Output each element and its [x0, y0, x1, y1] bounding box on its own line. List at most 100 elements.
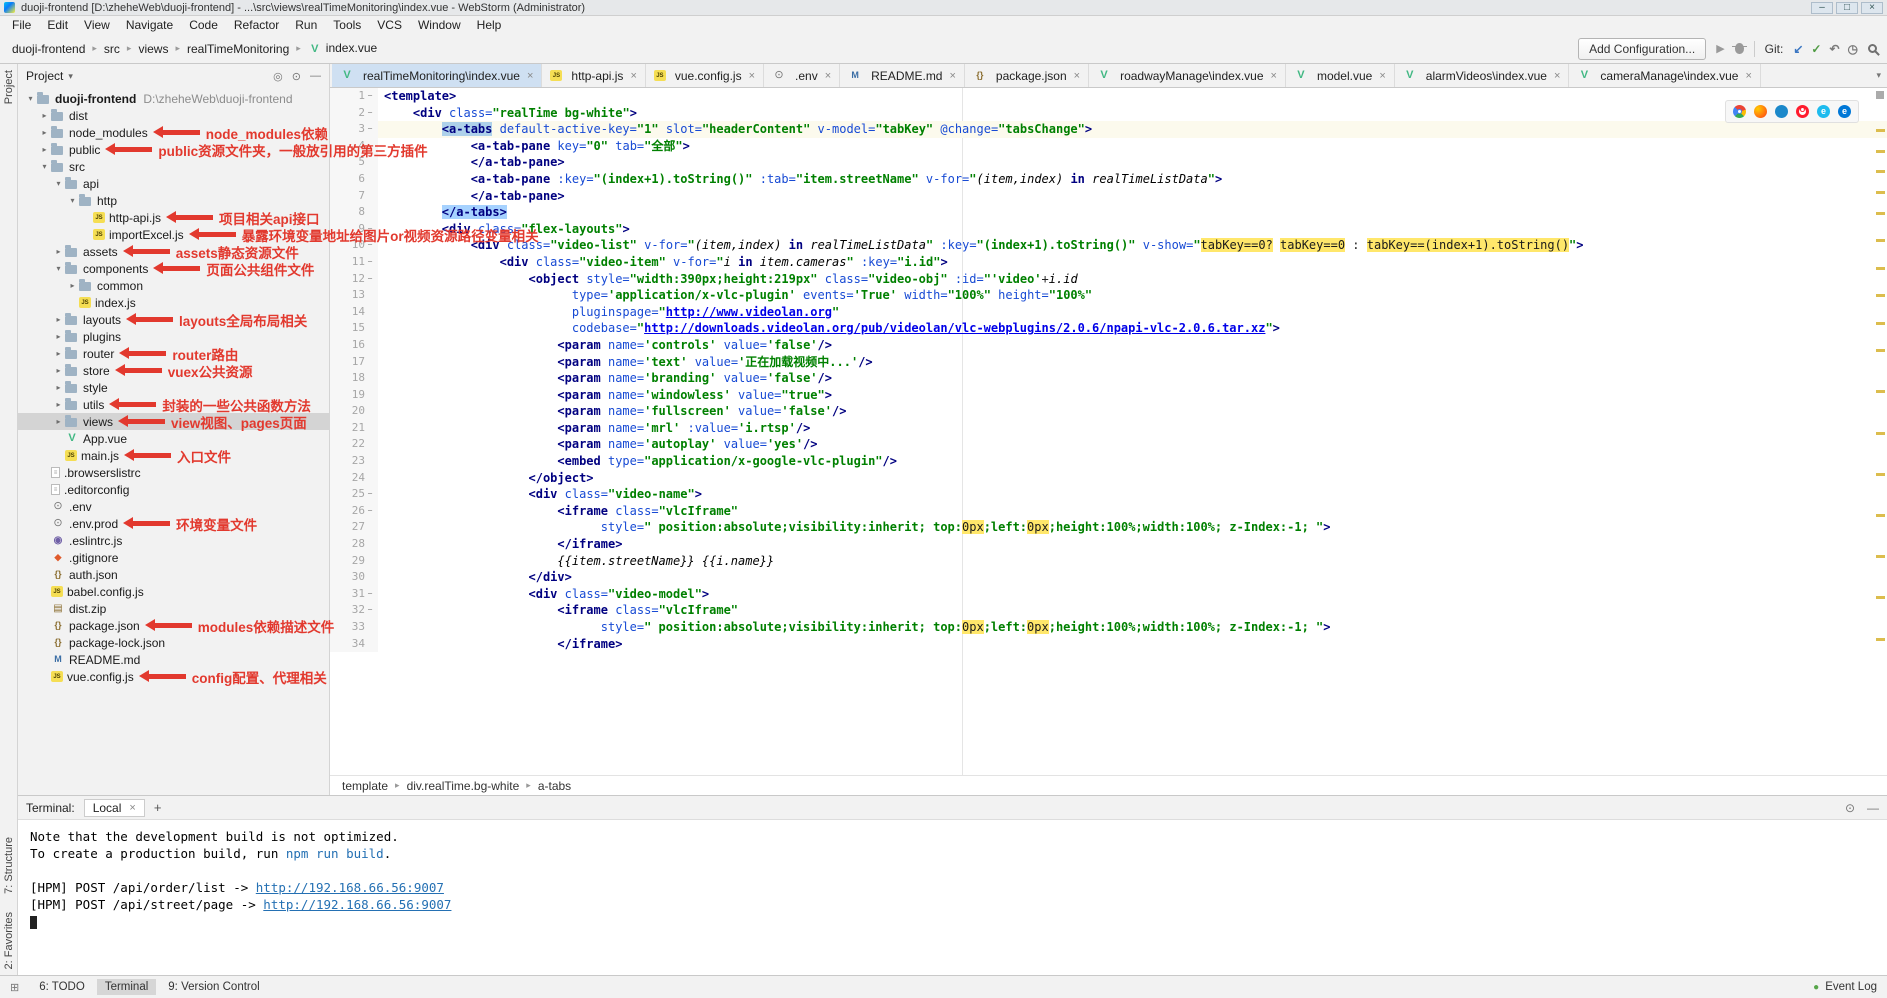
fold-icon[interactable]: −: [365, 503, 375, 520]
editor-tab[interactable]: MREADME.md×: [840, 64, 965, 87]
chevron-right-icon[interactable]: ▸: [52, 400, 65, 409]
code-line[interactable]: 23 <embed type="application/x-google-vlc…: [330, 453, 1887, 470]
tree-item[interactable]: ▸assetsassets静态资源文件: [18, 243, 329, 260]
tree-item[interactable]: ▸style: [18, 379, 329, 396]
code-line[interactable]: 18 <param name='branding' value='false'/…: [330, 370, 1887, 387]
maximize-button[interactable]: □: [1836, 2, 1858, 14]
tree-item[interactable]: {}package.jsonmodules依赖描述文件: [18, 617, 329, 634]
tree-item[interactable]: ▸routerrouter路由: [18, 345, 329, 362]
warning-mark[interactable]: [1876, 239, 1885, 242]
code-line[interactable]: 17 <param name='text' value='正在加载视频中...'…: [330, 354, 1887, 371]
code-line[interactable]: 22 <param name='autoplay' value='yes'/>: [330, 436, 1887, 453]
chevron-down-icon[interactable]: ▾: [52, 179, 65, 188]
fold-icon[interactable]: −: [365, 88, 375, 105]
editor-tab[interactable]: JSvue.config.js×: [646, 64, 764, 87]
breadcrumb-item[interactable]: Vindex.vue: [306, 40, 379, 57]
chevron-right-icon[interactable]: ▸: [52, 383, 65, 392]
chevron-down-icon[interactable]: ▾: [52, 264, 65, 273]
terminal-tab-local[interactable]: Local ×: [84, 799, 145, 817]
chevron-right-icon[interactable]: ▸: [66, 281, 79, 290]
tree-item[interactable]: ≡.browserslistrc: [18, 464, 329, 481]
fold-icon[interactable]: −: [365, 271, 375, 288]
chevron-right-icon[interactable]: ▸: [52, 315, 65, 324]
editor-tab[interactable]: ⊙.env×: [764, 64, 840, 87]
code-line[interactable]: 30 </div>: [330, 569, 1887, 586]
code-area[interactable]: Oee 1−<template>2− <div class="realTime …: [330, 88, 1887, 775]
hide-panel-icon[interactable]: —: [310, 70, 321, 83]
search-icon[interactable]: [1868, 44, 1877, 53]
terminal-link[interactable]: http://192.168.66.56:9007: [263, 897, 451, 912]
tree-item[interactable]: ◆.gitignore: [18, 549, 329, 566]
code-line[interactable]: 28 </iframe>: [330, 536, 1887, 553]
hidden-tabs-icon[interactable]: ▾: [1876, 70, 1881, 81]
close-icon[interactable]: ×: [1554, 70, 1560, 82]
tool-window-switcher-icon[interactable]: ⊞: [10, 981, 19, 994]
tree-item[interactable]: ≡.editorconfig: [18, 481, 329, 498]
tree-item[interactable]: ▸plugins: [18, 328, 329, 345]
chevron-right-icon[interactable]: ▸: [38, 145, 51, 154]
tree-item[interactable]: MREADME.md: [18, 651, 329, 668]
code-line[interactable]: 2− <div class="realTime bg-white">: [330, 105, 1887, 122]
editor-tab[interactable]: VroadwayManage\index.vue×: [1089, 64, 1286, 87]
menu-tools[interactable]: Tools: [325, 17, 369, 33]
menu-vcs[interactable]: VCS: [369, 17, 410, 33]
warning-mark[interactable]: [1876, 514, 1885, 517]
menu-navigate[interactable]: Navigate: [118, 17, 181, 33]
chevron-down-icon[interactable]: ▾: [38, 162, 51, 171]
safari-browser-icon[interactable]: [1775, 105, 1788, 118]
tree-item[interactable]: JSvue.config.jsconfig配置、代理相关: [18, 668, 329, 685]
code-line[interactable]: 3− <a-tab​s default-active-key="1" slot=…: [330, 121, 1887, 138]
minimize-button[interactable]: –: [1811, 2, 1833, 14]
warning-mark[interactable]: [1876, 473, 1885, 476]
tree-item[interactable]: {}auth.json: [18, 566, 329, 583]
editor-breadcrumb-item[interactable]: div.realTime.bg-white: [407, 779, 520, 793]
run-icon[interactable]: ▶: [1716, 42, 1724, 55]
code-line[interactable]: 27 style=" position:absolute;visibility:…: [330, 519, 1887, 536]
close-icon[interactable]: ×: [949, 70, 955, 82]
close-icon[interactable]: ×: [129, 802, 135, 814]
menu-refactor[interactable]: Refactor: [226, 17, 287, 33]
warning-mark[interactable]: [1876, 390, 1885, 393]
commit-icon[interactable]: ✓: [1811, 42, 1821, 56]
code-line[interactable]: 16 <param name='controls' value='false'/…: [330, 337, 1887, 354]
warning-mark[interactable]: [1876, 322, 1885, 325]
fold-icon[interactable]: −: [365, 586, 375, 603]
firefox-browser-icon[interactable]: [1754, 105, 1767, 118]
code-line[interactable]: 34 </iframe>: [330, 636, 1887, 653]
chevron-down-icon[interactable]: ▾: [68, 71, 73, 82]
warning-mark[interactable]: [1876, 638, 1885, 641]
code-line[interactable]: 21 <param name='mrl' :value='i.rtsp'/>: [330, 420, 1887, 437]
add-configuration-button[interactable]: Add Configuration...: [1578, 38, 1706, 60]
tree-item[interactable]: ▾api: [18, 175, 329, 192]
warning-mark[interactable]: [1876, 555, 1885, 558]
fold-icon[interactable]: −: [365, 105, 375, 122]
tree-item[interactable]: ▾duoji-frontendD:\zheheWeb\duoji-fronten…: [18, 90, 329, 107]
code-line[interactable]: 9− <div class="flex-layouts">: [330, 221, 1887, 238]
stripe-item-7-structure[interactable]: 7: Structure: [3, 837, 15, 894]
warning-mark[interactable]: [1876, 212, 1885, 215]
tree-item[interactable]: ▸utils封装的一些公共函数方法: [18, 396, 329, 413]
code-line[interactable]: 6 <a-tab-pane :key="(index+1).toString()…: [330, 171, 1887, 188]
close-icon[interactable]: ×: [1745, 70, 1751, 82]
code-line[interactable]: 33 style=" position:absolute;visibility:…: [330, 619, 1887, 636]
code-line[interactable]: 20 <param name='fullscreen' value='false…: [330, 403, 1887, 420]
chevron-down-icon[interactable]: ▾: [24, 94, 37, 103]
warning-mark[interactable]: [1876, 294, 1885, 297]
code-line[interactable]: 31− <div class="video-model">: [330, 586, 1887, 603]
chevron-right-icon[interactable]: ▸: [52, 366, 65, 375]
warning-mark[interactable]: [1876, 129, 1885, 132]
warning-mark[interactable]: [1876, 267, 1885, 270]
code-line[interactable]: 11− <div class="video-item" v-for="i in …: [330, 254, 1887, 271]
editor-tab[interactable]: Vmodel.vue×: [1286, 64, 1395, 87]
stripe-item-project[interactable]: Project: [3, 70, 15, 104]
breadcrumb-item[interactable]: src: [102, 41, 122, 57]
close-icon[interactable]: ×: [1074, 70, 1080, 82]
tree-item[interactable]: ▸viewsview视图、pages页面: [18, 413, 329, 430]
code-line[interactable]: 29 {{item.streetName}} {{i.name}}: [330, 553, 1887, 570]
menu-help[interactable]: Help: [469, 17, 510, 33]
tree-item[interactable]: JSindex.js: [18, 294, 329, 311]
chevron-right-icon[interactable]: ▸: [52, 349, 65, 358]
project-panel-title[interactable]: Project: [26, 69, 63, 83]
tree-item[interactable]: ⊙.env: [18, 498, 329, 515]
new-terminal-session-button[interactable]: +: [154, 800, 162, 815]
